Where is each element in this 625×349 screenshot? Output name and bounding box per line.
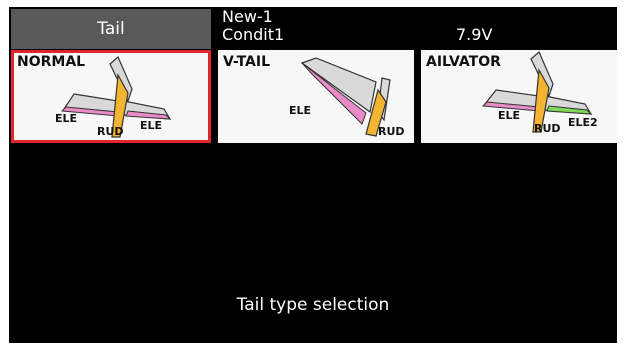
elevator-label: ELE (498, 109, 521, 122)
screen-title[interactable]: Tail (11, 9, 211, 49)
rudder-label: RUD (534, 122, 561, 135)
hint-text: Tail type selection (236, 295, 390, 315)
radio-screen: Tail New-1 Condit1 7.9V NORMAL ELE RUD E… (9, 7, 617, 343)
tail-option-label: NORMAL (17, 54, 86, 70)
screen-title-label: Tail (97, 19, 125, 39)
rudder-label: RUD (97, 125, 124, 138)
tail-option-label: AILVATOR (426, 54, 501, 70)
elevator-label: ELE (289, 104, 312, 117)
rudder-label: RUD (378, 125, 405, 138)
tail-option-ailvator[interactable]: AILVATOR ELE RUD ELE2 (421, 50, 617, 143)
condition-name: Condit1 (222, 25, 285, 44)
elevator-right-label: ELE (140, 119, 163, 132)
tail-option-v-tail[interactable]: V-TAIL ELE RUD (218, 50, 414, 143)
tail-option-normal[interactable]: NORMAL ELE RUD ELE (11, 50, 211, 143)
model-name: New-1 (222, 7, 273, 26)
battery-voltage: 7.9V (456, 25, 493, 44)
tail-option-label: V-TAIL (223, 54, 270, 70)
elevator-left-label: ELE (55, 112, 78, 125)
elevator2-label: ELE2 (568, 116, 598, 129)
